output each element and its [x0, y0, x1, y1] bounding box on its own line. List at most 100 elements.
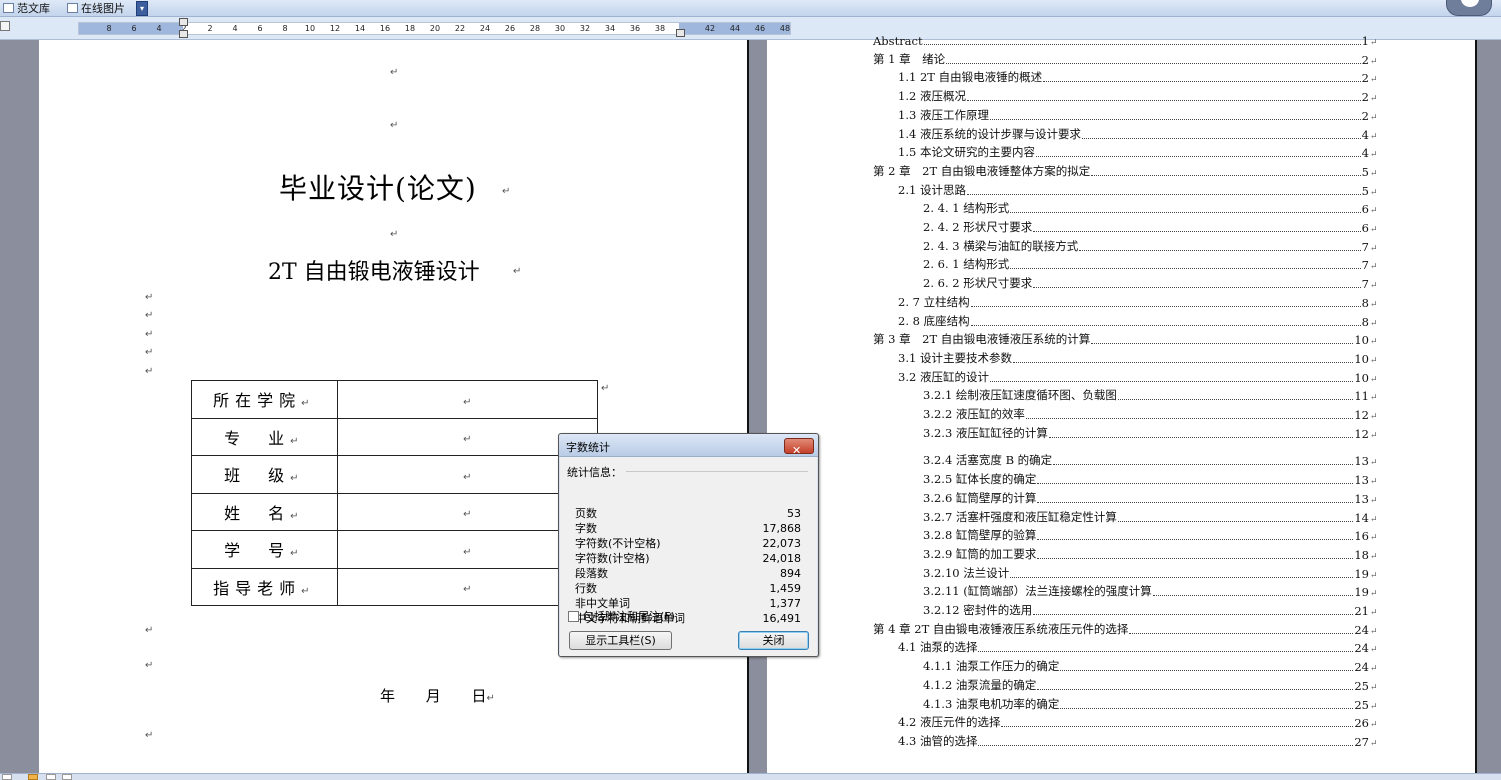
toc-entry[interactable]: 4.1.2 油泵流量的确定 25 ↵: [923, 677, 1378, 693]
toc-entry[interactable]: 2. 4. 2 形状尺寸要求 6 ↵: [923, 219, 1378, 235]
toc-entry[interactable]: 第 1 章 绪论 2 ↵: [873, 51, 1378, 67]
toc-entry[interactable]: 3.2.11 (缸筒端部）法兰连接螺栓的强度计算 19 ↵: [923, 583, 1378, 599]
paragraph-mark: ↵: [290, 435, 305, 447]
toc-page-number: 2: [1361, 52, 1369, 67]
toc-entry[interactable]: 4.1.1 油泵工作压力的确定 24 ↵: [923, 658, 1378, 674]
toc-entry-title: 2. 6. 1 结构形式: [923, 257, 1010, 272]
show-toolbar-button[interactable]: 显示工具栏(S): [569, 631, 672, 650]
toc-leader-dots: [1152, 595, 1354, 597]
toc-page-number: 7: [1361, 277, 1369, 292]
toc-leader-dots: [1037, 501, 1354, 503]
toc-entry[interactable]: 2. 8 底座结构 8 ↵: [898, 313, 1378, 329]
toc-entry[interactable]: 4.2 液压元件的选择 26 ↵: [898, 714, 1378, 730]
toc-entry[interactable]: 3.2.8 缸筒壁厚的验算 16 ↵: [923, 527, 1378, 543]
cover-page[interactable]: ↵ ↵ 毕业设计(论文) ↵ ↵ 2T 自由锻电液锤设计 ↵ ↵ ↵ ↵ ↵ ↵…: [39, 40, 749, 773]
toc-entry-title: 3.2 液压缸的设计: [898, 369, 989, 384]
right-indent-marker[interactable]: [676, 29, 685, 37]
toolbar-dropdown-button[interactable]: ▾: [136, 1, 148, 16]
toc-entry[interactable]: Abstract 1 ↵: [873, 32, 1378, 48]
label-class: 班 级: [224, 466, 291, 486]
table-row: 学 号↵ ↵: [191, 530, 599, 569]
toc-entry-title: 2.1 设计思路: [898, 182, 966, 197]
divider: [626, 471, 808, 472]
template-library-button[interactable]: 范文库: [0, 0, 53, 16]
top-toolbar: 范文库 在线图片 ▾: [0, 0, 1501, 17]
stat-label: 字符数(计空格): [575, 552, 650, 565]
stat-row: 字数 17,868: [575, 522, 801, 536]
toc-entry[interactable]: 1.1 2T 自由锻电液锤的概述 2 ↵: [898, 69, 1378, 85]
toc-entry[interactable]: 2. 7 立柱结构 8 ↵: [898, 294, 1378, 310]
toc-page[interactable]: Abstract 1 ↵ 第 1 章 绪论 2 ↵ 1.1 2T 自由锻电液锤的概述 2 ↵ 1.…: [767, 34, 1477, 773]
toc-entry[interactable]: 4.3 油管的选择 27 ↵: [898, 733, 1378, 749]
toc-entry[interactable]: 2. 6. 1 结构形式 7 ↵: [923, 256, 1378, 272]
toc-page-number: 12: [1354, 408, 1369, 422]
paragraph-mark: ↵: [1370, 38, 1378, 48]
toc-entry-title: 4.2 液压元件的选择: [898, 715, 1001, 730]
toc-page-number: 24: [1354, 660, 1369, 675]
dialog-close-button[interactable]: ✕: [784, 438, 814, 457]
toc-entry[interactable]: 4.1 油泵的选择 24 ↵: [898, 639, 1378, 655]
paragraph-mark: ↵: [463, 434, 472, 446]
toc-entry[interactable]: 3.1 设计主要技术参数 10 ↵: [898, 350, 1378, 366]
toc-entry[interactable]: 3.2.2 液压缸的效率 12 ↵: [923, 406, 1378, 422]
toc-entry[interactable]: 3.2.3 液压缸缸径的计算 12 ↵: [923, 425, 1378, 441]
table-value-cell[interactable]: ↵: [336, 380, 599, 419]
toc-entry[interactable]: 2. 4. 1 结构形式 6 ↵: [923, 200, 1378, 216]
toc-entry[interactable]: 1.4 液压系统的设计步骤与设计要求 4 ↵: [898, 126, 1378, 142]
view-outline-icon[interactable]: [62, 774, 72, 780]
toc-entry[interactable]: 2.1 设计思路 5 ↵: [898, 182, 1378, 198]
toc-entry-title: Abstract: [873, 34, 923, 48]
toc-entry[interactable]: 1.3 液压工作原理 2 ↵: [898, 107, 1378, 123]
toc-entry[interactable]: 3.2.4 活塞宽度 B 的确定 13 ↵: [923, 452, 1378, 468]
close-button[interactable]: 关闭: [738, 631, 809, 650]
toc-entry[interactable]: 3.2.6 缸筒壁厚的计算 13 ↵: [923, 490, 1378, 506]
paragraph-mark: ↵: [463, 396, 472, 408]
toc-leader-dots: [1037, 483, 1354, 485]
toc-entry-title: 2. 4. 1 结构形式: [923, 201, 1010, 216]
toc-entry-title: 3.2.5 缸体长度的确定: [923, 472, 1037, 487]
ruler-tick-label: 36: [629, 24, 641, 33]
checkbox-box[interactable]: [568, 610, 579, 622]
toc-entry[interactable]: 2. 4. 3 横梁与油缸的联接方式 7 ↵: [923, 238, 1378, 254]
paragraph-mark: ↵: [1370, 299, 1378, 310]
paragraph-mark: ↵: [1370, 281, 1378, 292]
toc-entry[interactable]: 3.2.1 绘制液压缸速度循环图、负载图 11 ↵: [923, 387, 1378, 403]
toc-page-number: 12: [1354, 426, 1369, 441]
toc-leader-dots: [1117, 399, 1354, 401]
office-button[interactable]: [1446, 0, 1492, 16]
toc-leader-dots: [1091, 343, 1354, 345]
tab-selector[interactable]: [0, 21, 10, 31]
toc-entry[interactable]: 2. 6. 2 形状尺寸要求 7 ↵: [923, 275, 1378, 291]
ruler-tick-label: 16: [379, 24, 391, 33]
toc-leader-dots: [1048, 436, 1354, 438]
view-fullscreen-icon[interactable]: [28, 774, 38, 780]
toc-entry[interactable]: 3.2.12 密封件的选用 21 ↵: [923, 602, 1378, 618]
toc-entry[interactable]: 3.2.9 缸筒的加工要求 18 ↵: [923, 546, 1378, 562]
toc-entry[interactable]: 3.2.5 缸体长度的确定 13 ↵: [923, 471, 1378, 487]
paragraph-mark: ↵: [301, 585, 316, 597]
label-major: 专 业: [224, 428, 291, 448]
left-indent-marker[interactable]: [179, 30, 188, 38]
toc-entry[interactable]: 3.2 液压缸的设计 10 ↵: [898, 369, 1378, 385]
toc-page-number: 18: [1354, 547, 1369, 562]
toc-entry-title: 3.2.10 法兰设计: [923, 565, 1010, 580]
toc-page-number: 7: [1361, 258, 1369, 273]
toc-entry[interactable]: 3.2.10 法兰设计 19 ↵: [923, 565, 1378, 581]
toc-entry[interactable]: 4.1.3 油泵电机功率的确定 25 ↵: [923, 696, 1378, 712]
online-image-button[interactable]: 在线图片: [64, 0, 128, 16]
toc-page-number: 2: [1361, 108, 1369, 123]
include-footnotes-checkbox[interactable]: 包括脚注和尾注(F): [568, 608, 675, 624]
paragraph-mark: ↵: [1370, 112, 1378, 123]
view-web-layout-icon[interactable]: [46, 774, 56, 780]
toc-entry[interactable]: 1.2 液压概况 2 ↵: [898, 88, 1378, 104]
toc-entry[interactable]: 第 3 章 2T 自由锻电液锤液压系统的计算 10 ↵: [873, 331, 1378, 347]
toc-entry[interactable]: 1.5 本论文研究的主要内容 4 ↵: [898, 144, 1378, 160]
view-print-layout-icon[interactable]: [2, 774, 12, 780]
toc-entry[interactable]: 第 2 章 2T 自由锻电液锤整体方案的拟定 5 ↵: [873, 163, 1378, 179]
dialog-title-bar[interactable]: 字数统计 ✕: [559, 434, 818, 457]
paragraph-mark: ↵: [390, 120, 399, 131]
toc-entry[interactable]: 3.2.7 活塞杆强度和液压缸稳定性计算 14 ↵: [923, 509, 1378, 525]
status-bar: [0, 773, 1501, 780]
first-line-indent-marker[interactable]: [179, 18, 188, 26]
toc-entry[interactable]: 第 4 章 2T 自由锻电液锤液压系统液压元件的选择 24 ↵: [873, 621, 1378, 637]
